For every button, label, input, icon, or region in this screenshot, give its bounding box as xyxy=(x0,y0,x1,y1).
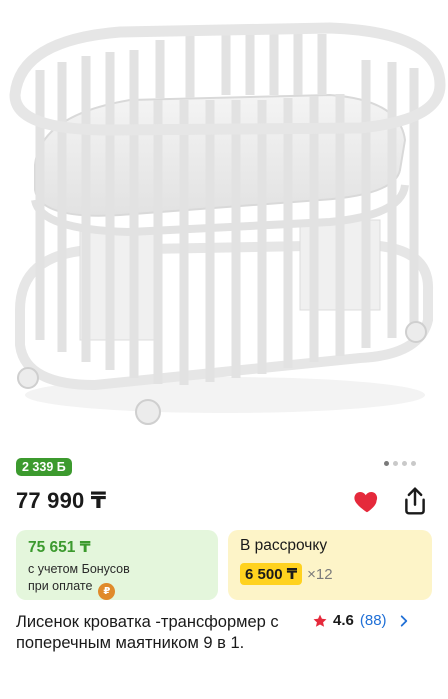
bonus-price: 75 651 ₸ xyxy=(28,539,91,556)
bonus-note-line2: при оплате ₽ xyxy=(28,578,206,600)
gallery-pagination xyxy=(384,461,416,466)
gallery-dot-1[interactable] xyxy=(384,461,389,466)
gallery-dot-4[interactable] xyxy=(411,461,416,466)
heart-icon xyxy=(354,492,378,513)
bonus-badge: 2 339 Б xyxy=(16,458,72,476)
rating-value: 4.6 xyxy=(333,612,354,629)
installment-title: В рассрочку xyxy=(240,537,328,554)
rating-count[interactable]: (88) xyxy=(360,612,387,629)
bonus-price-card[interactable]: 75 651 ₸ с учетом Бонусов при оплате ₽ xyxy=(16,530,218,600)
rating-link[interactable]: 4.6 (88) xyxy=(312,612,411,629)
product-price: 77 990 ₸ xyxy=(16,488,107,513)
favorite-button[interactable] xyxy=(352,486,382,516)
gallery-dot-2[interactable] xyxy=(393,461,398,466)
share-button[interactable] xyxy=(400,485,430,517)
chevron-right-icon xyxy=(400,614,407,627)
product-image[interactable] xyxy=(0,0,448,440)
bonus-note-line2-text: при оплате xyxy=(28,579,93,593)
bonus-note-line1: с учетом Бонусов xyxy=(28,562,130,576)
bonus-note: с учетом Бонусов при оплате ₽ xyxy=(28,561,206,600)
coin-icon: ₽ xyxy=(98,583,116,600)
installment-multiplier: ×12 xyxy=(307,565,333,583)
star-icon xyxy=(313,614,327,627)
installment-card[interactable]: В рассрочку 6 500 ₸ ×12 xyxy=(228,530,432,600)
product-title: Лисенок кроватка -трансформер с поперечн… xyxy=(16,613,279,652)
gallery-dot-3[interactable] xyxy=(402,461,407,466)
share-icon xyxy=(405,487,425,515)
installment-monthly: 6 500 ₸ xyxy=(240,563,303,585)
